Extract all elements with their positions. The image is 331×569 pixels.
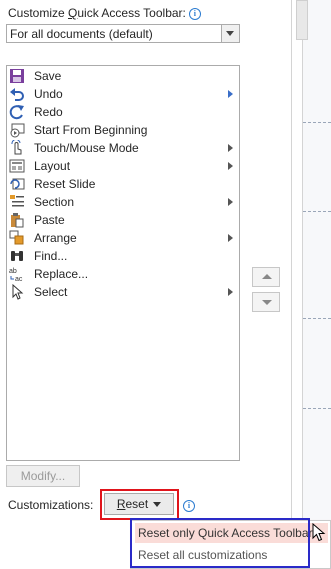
arrange-icon bbox=[9, 230, 24, 245]
triangle-down-icon bbox=[262, 300, 272, 305]
customizations-label: Customizations: bbox=[8, 498, 94, 512]
chevron-right-icon[interactable] bbox=[228, 234, 233, 242]
reset-button[interactable]: Reset bbox=[104, 493, 174, 515]
section-icon bbox=[10, 195, 24, 207]
chevron-right-icon[interactable] bbox=[228, 198, 233, 206]
chevron-right-icon[interactable] bbox=[228, 144, 233, 152]
layout-icon bbox=[9, 159, 25, 173]
list-item-save[interactable]: Save bbox=[7, 67, 239, 85]
list-item-undo[interactable]: Undo bbox=[7, 85, 239, 103]
redo-icon bbox=[9, 105, 24, 120]
scrollbar-thumb[interactable] bbox=[296, 0, 308, 40]
list-item-section[interactable]: Section bbox=[7, 193, 239, 211]
undo-icon bbox=[10, 88, 24, 101]
scope-dropdown[interactable]: For all documents (default) bbox=[6, 24, 240, 43]
modify-button[interactable]: Modify... bbox=[6, 465, 80, 487]
list-item-replace[interactable]: ab ac Replace... bbox=[7, 265, 239, 283]
list-item-touch-mouse-mode[interactable]: Touch/Mouse Mode bbox=[7, 139, 239, 157]
chevron-down-icon bbox=[153, 502, 162, 507]
qat-commands-list[interactable]: Save Undo Redo Start From Beginning Touc… bbox=[6, 65, 240, 461]
svg-text:ac: ac bbox=[15, 276, 23, 282]
move-up-button[interactable] bbox=[252, 267, 280, 287]
binoculars-icon bbox=[11, 251, 23, 261]
info-icon[interactable]: i bbox=[183, 500, 195, 512]
triangle-up-icon bbox=[262, 274, 272, 279]
slideshow-icon bbox=[10, 123, 25, 138]
list-item-paste[interactable]: Paste bbox=[7, 211, 239, 229]
list-item-arrange[interactable]: Arrange bbox=[7, 229, 239, 247]
touch-icon bbox=[11, 140, 22, 155]
mouse-cursor-icon bbox=[312, 523, 326, 542]
chevron-right-icon[interactable] bbox=[228, 90, 233, 98]
list-item-reset-slide[interactable]: Reset Slide bbox=[7, 175, 239, 193]
list-item-find[interactable]: Find... bbox=[7, 247, 239, 265]
svg-text:ab: ab bbox=[9, 268, 17, 275]
info-icon[interactable]: i bbox=[188, 8, 201, 20]
highlight-frame-blue bbox=[130, 518, 310, 568]
list-item-layout[interactable]: Layout bbox=[7, 157, 239, 175]
cursor-icon bbox=[12, 284, 24, 300]
scope-dropdown-value: For all documents (default) bbox=[10, 27, 153, 41]
background-panel bbox=[291, 0, 331, 569]
chevron-down-icon[interactable] bbox=[221, 25, 239, 42]
chevron-right-icon[interactable] bbox=[228, 162, 233, 170]
reset-slide-icon bbox=[10, 178, 25, 190]
replace-icon: abac bbox=[9, 268, 23, 282]
qat-title: Customize Quick Access Toolbar: i bbox=[8, 6, 201, 20]
list-item-redo[interactable]: Redo bbox=[7, 103, 239, 121]
save-icon bbox=[10, 69, 24, 83]
list-item-start-from-beginning[interactable]: Start From Beginning bbox=[7, 121, 239, 139]
chevron-right-icon[interactable] bbox=[228, 288, 233, 296]
paste-icon bbox=[11, 213, 24, 228]
move-down-button[interactable] bbox=[252, 292, 280, 312]
list-item-select[interactable]: Select bbox=[7, 283, 239, 301]
